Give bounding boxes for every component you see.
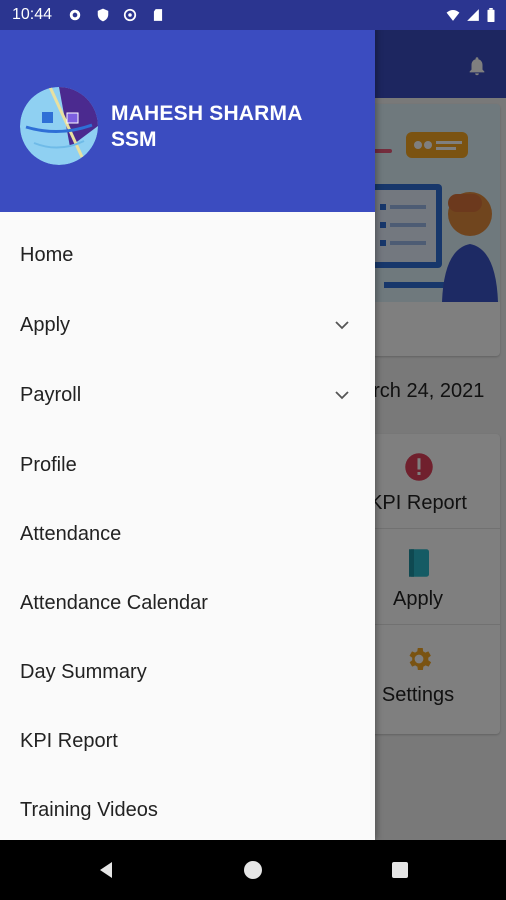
nav-item-kpi-report[interactable]: KPI Report — [0, 708, 375, 777]
nav-item-attendance[interactable]: Attendance — [0, 501, 375, 570]
nav-item-label: Apply — [20, 314, 71, 336]
nav-item-label: Training Videos — [20, 799, 158, 821]
nav-item-label: Attendance Calendar — [20, 592, 208, 614]
at-sign-icon — [123, 8, 137, 22]
nav-item-home[interactable]: Home — [0, 222, 375, 291]
nav-item-profile[interactable]: Profile — [0, 432, 375, 501]
status-time: 10:44 — [12, 6, 53, 23]
nav-item-payroll[interactable]: Payroll — [0, 362, 375, 431]
chevron-down-icon — [335, 321, 349, 330]
screen: arch 24, 2021 KPI Report Apply Settings — [0, 0, 506, 840]
nav-item-apply[interactable]: Apply — [0, 292, 375, 361]
nav-item-label: KPI Report — [20, 730, 118, 752]
navigation-drawer: MAHESH SHARMA SSM Home Apply Payroll Pro… — [0, 0, 375, 840]
sd-card-icon — [153, 9, 163, 21]
user-name: MAHESH SHARMA — [111, 102, 303, 125]
shield-icon — [97, 8, 109, 22]
user-role: SSM — [111, 128, 157, 151]
back-icon[interactable] — [96, 860, 116, 880]
recents-icon[interactable] — [390, 860, 410, 880]
drawer-header: MAHESH SHARMA SSM — [0, 30, 375, 212]
nav-item-label: Profile — [20, 454, 77, 476]
nav-item-training-videos[interactable]: Training Videos — [0, 777, 375, 840]
battery-icon — [487, 8, 495, 22]
system-navigation-bar — [0, 840, 506, 900]
nav-item-day-summary[interactable]: Day Summary — [0, 639, 375, 708]
nav-item-attendance-calendar[interactable]: Attendance Calendar — [0, 570, 375, 639]
home-icon[interactable] — [243, 860, 263, 880]
nav-item-label: Attendance — [20, 523, 122, 545]
chevron-down-icon — [335, 391, 349, 400]
nav-item-label: Day Summary — [20, 661, 147, 683]
signal-icon — [467, 9, 479, 21]
nav-item-label: Home — [20, 244, 74, 266]
avatar[interactable] — [20, 87, 98, 165]
gear-icon — [69, 9, 81, 21]
wifi-icon — [446, 10, 460, 21]
nav-item-label: Payroll — [20, 384, 82, 406]
status-bar: 10:44 — [0, 0, 506, 30]
